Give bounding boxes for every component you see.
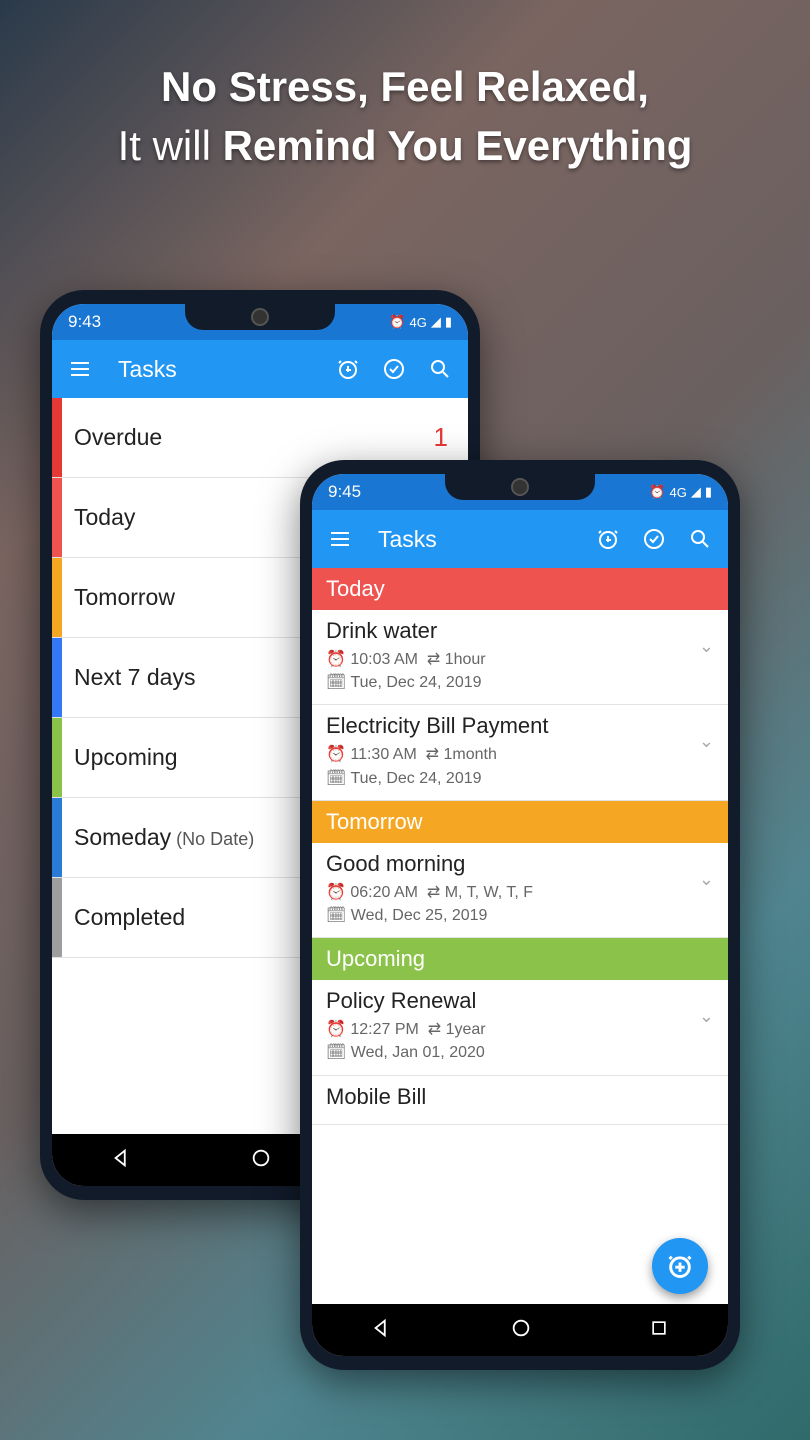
chevron-down-icon[interactable]: ⌄ bbox=[699, 869, 714, 890]
signal-icon: ◢ bbox=[691, 484, 701, 500]
section-header-upcoming[interactable]: Upcoming bbox=[312, 938, 728, 980]
task-title: Policy Renewal bbox=[326, 988, 714, 1014]
nav-home-icon[interactable] bbox=[250, 1147, 272, 1174]
add-alarm-icon[interactable] bbox=[334, 355, 362, 383]
chevron-down-icon[interactable]: ⌄ bbox=[699, 731, 714, 752]
task-title: Mobile Bill bbox=[326, 1084, 714, 1110]
color-strip bbox=[52, 558, 62, 637]
status-time: 9:45 bbox=[328, 482, 361, 502]
color-strip bbox=[52, 718, 62, 797]
headline-line1: No Stress, Feel Relaxed, bbox=[161, 63, 649, 110]
fab-add-alarm[interactable] bbox=[652, 1238, 708, 1294]
nav-home-icon[interactable] bbox=[510, 1317, 532, 1344]
phone-2-frame: 9:45 ⏰ 4G ◢ ▮ Tasks TodayDrink wate bbox=[300, 460, 740, 1370]
color-strip bbox=[52, 878, 62, 957]
task-title: Drink water bbox=[326, 618, 714, 644]
category-sublabel: (No Date) bbox=[171, 829, 254, 849]
app-title: Tasks bbox=[378, 526, 576, 553]
status-net: 4G bbox=[410, 315, 427, 330]
promo-headline: No Stress, Feel Relaxed, It will Remind … bbox=[0, 58, 810, 176]
section-header-today[interactable]: Today bbox=[312, 568, 728, 610]
task-meta-line2: 🗓 Tue, Dec 24, 2019 bbox=[326, 767, 714, 790]
task-meta-line2: 🗓 Wed, Dec 25, 2019 bbox=[326, 904, 714, 927]
task-list: TodayDrink water⏰ 10:03 AM ⇄ 1hour🗓 Tue,… bbox=[312, 568, 728, 1304]
color-strip bbox=[52, 638, 62, 717]
status-right: ⏰ 4G ◢ ▮ bbox=[649, 484, 712, 500]
chevron-down-icon[interactable]: ⌄ bbox=[699, 636, 714, 657]
status-time: 9:43 bbox=[68, 312, 101, 332]
alarm-icon: ⏰ bbox=[649, 484, 665, 500]
headline-line2-b: Remind You Everything bbox=[223, 122, 693, 169]
task-item[interactable]: Electricity Bill Payment ⏰ 11:30 AM ⇄ 1mo… bbox=[312, 705, 728, 800]
notch bbox=[445, 474, 595, 500]
task-title: Electricity Bill Payment bbox=[326, 713, 714, 739]
nav-back-icon[interactable] bbox=[371, 1317, 393, 1344]
section-header-tomorrow[interactable]: Tomorrow bbox=[312, 801, 728, 843]
status-net: 4G bbox=[670, 485, 687, 500]
android-navbar bbox=[312, 1304, 728, 1356]
category-label: Overdue bbox=[62, 424, 434, 451]
color-strip bbox=[52, 398, 62, 477]
hamburger-icon[interactable] bbox=[66, 355, 94, 383]
category-count: 1 bbox=[434, 422, 468, 453]
check-icon[interactable] bbox=[640, 525, 668, 553]
task-item[interactable]: Good morning ⏰ 06:20 AM ⇄ M, T, W, T, F🗓 … bbox=[312, 843, 728, 938]
task-meta-line1: ⏰ 12:27 PM ⇄ 1year bbox=[326, 1018, 714, 1041]
action-bar: Tasks bbox=[312, 510, 728, 568]
phone-2-screen: 9:45 ⏰ 4G ◢ ▮ Tasks TodayDrink wate bbox=[312, 474, 728, 1356]
nav-back-icon[interactable] bbox=[111, 1147, 133, 1174]
action-bar: Tasks bbox=[52, 340, 468, 398]
search-icon[interactable] bbox=[426, 355, 454, 383]
task-item[interactable]: Mobile Bill bbox=[312, 1076, 728, 1125]
task-meta-line1: ⏰ 11:30 AM ⇄ 1month bbox=[326, 743, 714, 766]
app-title: Tasks bbox=[118, 356, 316, 383]
alarm-icon: ⏰ bbox=[389, 314, 405, 330]
add-alarm-icon[interactable] bbox=[594, 525, 622, 553]
color-strip bbox=[52, 798, 62, 877]
nav-recent-icon[interactable] bbox=[649, 1318, 669, 1343]
search-icon[interactable] bbox=[686, 525, 714, 553]
notch bbox=[185, 304, 335, 330]
chevron-down-icon[interactable]: ⌄ bbox=[699, 1006, 714, 1027]
task-meta-line2: 🗓 Tue, Dec 24, 2019 bbox=[326, 671, 714, 694]
task-title: Good morning bbox=[326, 851, 714, 877]
signal-icon: ◢ bbox=[431, 314, 441, 330]
headline-line2-a: It will bbox=[118, 122, 223, 169]
color-strip bbox=[52, 478, 62, 557]
status-right: ⏰ 4G ◢ ▮ bbox=[389, 314, 452, 330]
check-icon[interactable] bbox=[380, 355, 408, 383]
task-item[interactable]: Drink water ⏰ 10:03 AM ⇄ 1hour🗓 Tue, Dec … bbox=[312, 610, 728, 705]
hamburger-icon[interactable] bbox=[326, 525, 354, 553]
task-meta-line1: ⏰ 10:03 AM ⇄ 1hour bbox=[326, 648, 714, 671]
battery-icon: ▮ bbox=[705, 484, 712, 500]
task-item[interactable]: Policy Renewal ⏰ 12:27 PM ⇄ 1year🗓 Wed, J… bbox=[312, 980, 728, 1075]
task-meta-line1: ⏰ 06:20 AM ⇄ M, T, W, T, F bbox=[326, 881, 714, 904]
task-meta-line2: 🗓 Wed, Jan 01, 2020 bbox=[326, 1041, 714, 1064]
battery-icon: ▮ bbox=[445, 314, 452, 330]
